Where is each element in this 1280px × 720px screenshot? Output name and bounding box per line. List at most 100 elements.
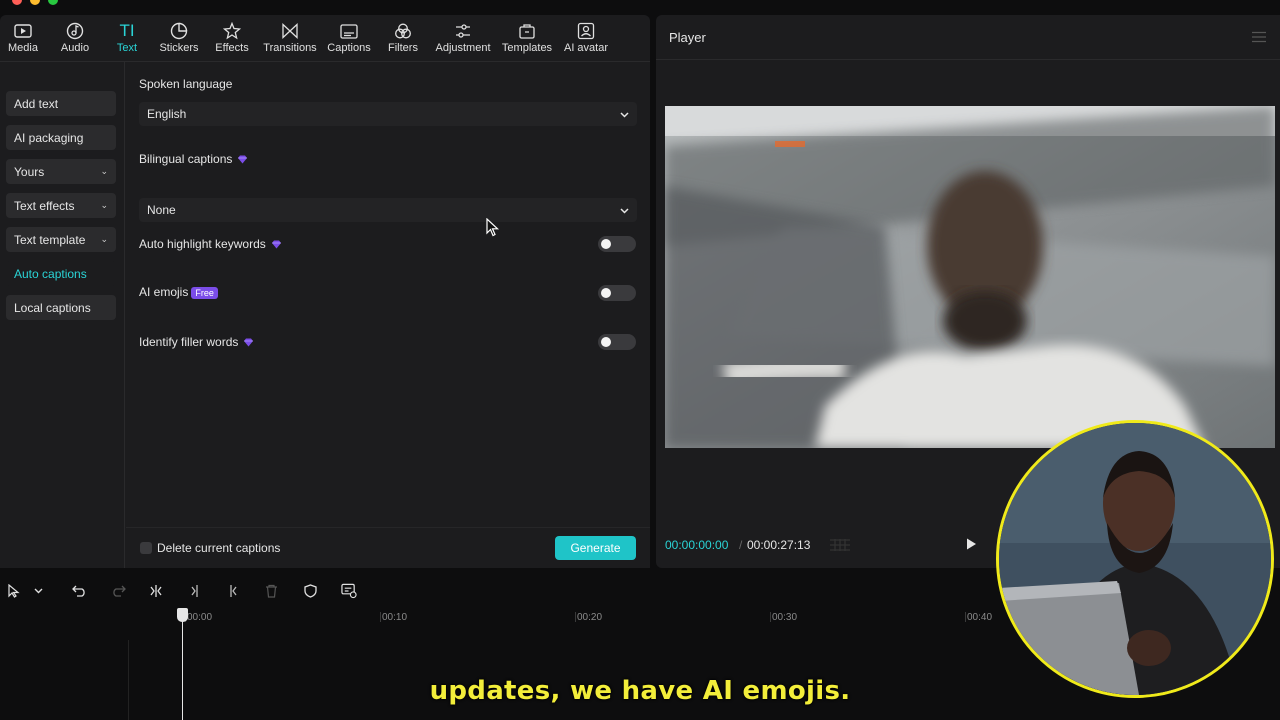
sidebar-item-label: AI packaging <box>14 130 84 145</box>
sidebar-item-text-template[interactable]: Text template ⌄ <box>6 227 116 252</box>
tab-label: Effects <box>215 42 249 54</box>
current-time: 00:00:00:00 <box>665 538 729 552</box>
captions-footer: Delete current captions Generate <box>126 527 650 568</box>
text-sidebar: Add text AI packaging Yours ⌄ Text effect… <box>0 62 125 568</box>
redo-icon[interactable] <box>110 583 126 599</box>
webcam-overlay <box>996 420 1274 698</box>
spoken-language-value: English <box>147 107 187 121</box>
delete-left-icon[interactable] <box>187 583 203 599</box>
tab-ai-avatar[interactable]: AI avatar <box>560 15 612 61</box>
main-toolbar: Media Audio TI Text Stickers Effects Tra… <box>0 15 650 61</box>
transitions-icon <box>279 21 301 41</box>
sidebar-item-local-captions[interactable]: Local captions <box>6 295 116 320</box>
materials-panel: Media Audio TI Text Stickers Effects Tra… <box>0 15 650 568</box>
tab-text[interactable]: TI Text <box>104 15 150 61</box>
ruler-tick-label: 00:00 <box>187 612 213 623</box>
time-separator: / <box>739 538 743 552</box>
total-time: 00:00:27:13 <box>747 538 811 552</box>
tab-effects[interactable]: Effects <box>208 15 256 61</box>
split-icon[interactable] <box>148 583 164 599</box>
tab-label: Media <box>8 42 38 54</box>
presenter-image <box>999 423 1271 695</box>
sidebar-item-text-effects[interactable]: Text effects ⌄ <box>6 193 116 218</box>
ruler-tick <box>575 612 576 622</box>
ai-emojis-label: AI emojis Free <box>139 285 218 299</box>
tab-adjustment[interactable]: Adjustment <box>432 15 494 61</box>
ruler-tick-label: 00:10 <box>382 612 408 623</box>
captions-icon <box>338 21 360 41</box>
menu-icon[interactable] <box>1252 31 1266 43</box>
ruler-tick-label: 00:40 <box>967 612 993 623</box>
playhead-handle[interactable] <box>177 608 188 622</box>
tab-label: Adjustment <box>435 42 491 54</box>
sidebar-item-label: Text effects <box>14 198 75 213</box>
sidebar-item-add-text[interactable]: Add text <box>6 91 116 116</box>
stickers-icon <box>168 21 190 41</box>
zoom-window-button[interactable] <box>48 0 58 5</box>
chevron-down-icon[interactable] <box>30 583 46 599</box>
ruler-tick <box>380 612 381 622</box>
title-bar <box>0 0 1280 14</box>
effects-icon <box>221 21 243 41</box>
ruler-tick <box>965 612 966 622</box>
shield-icon[interactable] <box>302 583 318 599</box>
divider <box>656 59 1280 60</box>
select-pointer-icon[interactable] <box>6 583 22 599</box>
chevron-down-icon <box>620 203 629 217</box>
spoken-language-label: Spoken language <box>139 77 233 91</box>
premium-gem-icon <box>238 155 248 164</box>
chevron-down-icon: ⌄ <box>100 234 108 244</box>
templates-icon <box>516 21 538 41</box>
tab-label: Audio <box>60 42 90 54</box>
filters-icon <box>392 21 414 41</box>
auto-highlight-label: Auto highlight keywords <box>139 237 282 251</box>
tab-filters[interactable]: Filters <box>374 15 432 61</box>
video-preview[interactable] <box>665 106 1275 448</box>
sidebar-item-label: Yours <box>14 164 45 179</box>
undo-icon[interactable] <box>71 583 87 599</box>
tab-audio[interactable]: Audio <box>46 15 104 61</box>
sidebar-item-ai-packaging[interactable]: AI packaging <box>6 125 116 150</box>
tab-label: Text <box>116 42 138 54</box>
tab-label: Filters <box>388 42 418 54</box>
play-icon[interactable] <box>964 537 978 551</box>
tab-captions[interactable]: Captions <box>324 15 374 61</box>
tab-label: Templates <box>501 42 553 54</box>
premium-gem-icon <box>244 338 254 347</box>
generate-button[interactable]: Generate <box>555 536 636 560</box>
tab-transitions[interactable]: Transitions <box>256 15 324 61</box>
bilingual-captions-select[interactable]: None <box>139 198 637 222</box>
chevron-down-icon <box>620 107 629 121</box>
delete-right-icon[interactable] <box>225 583 241 599</box>
tab-stickers[interactable]: Stickers <box>150 15 208 61</box>
tab-label: Transitions <box>263 42 317 54</box>
adjustment-icon <box>452 21 474 41</box>
sidebar-item-auto-captions[interactable]: Auto captions <box>6 261 116 286</box>
video-frame-image <box>665 106 1275 448</box>
toggle-knob <box>601 288 611 298</box>
auto-highlight-toggle[interactable] <box>598 236 636 252</box>
delete-captions-label: Delete current captions <box>157 541 281 555</box>
premium-gem-icon <box>271 240 281 249</box>
filler-words-label: Identify filler words <box>139 335 254 349</box>
bilingual-captions-text: Bilingual captions <box>139 152 233 166</box>
ai-emojis-toggle[interactable] <box>598 285 636 301</box>
chevron-down-icon: ⌄ <box>100 200 108 210</box>
auto-highlight-text: Auto highlight keywords <box>139 237 266 251</box>
close-window-button[interactable] <box>12 0 22 5</box>
free-badge: Free <box>191 286 218 299</box>
trash-icon[interactable] <box>263 583 279 599</box>
ai-emojis-text: AI emojis <box>139 285 189 299</box>
text-icon: TI <box>119 21 135 40</box>
spoken-language-select[interactable]: English <box>139 102 637 126</box>
sidebar-item-yours[interactable]: Yours ⌄ <box>6 159 116 184</box>
ai-avatar-icon <box>575 21 597 41</box>
tab-templates[interactable]: Templates <box>494 15 560 61</box>
auto-reframe-icon[interactable] <box>341 583 357 599</box>
sidebar-item-label: Local captions <box>14 300 91 315</box>
delete-captions-checkbox[interactable] <box>140 542 152 554</box>
audio-icon <box>64 21 86 41</box>
tab-media[interactable]: Media <box>0 15 46 61</box>
minimize-window-button[interactable] <box>30 0 40 5</box>
filler-words-toggle[interactable] <box>598 334 636 350</box>
